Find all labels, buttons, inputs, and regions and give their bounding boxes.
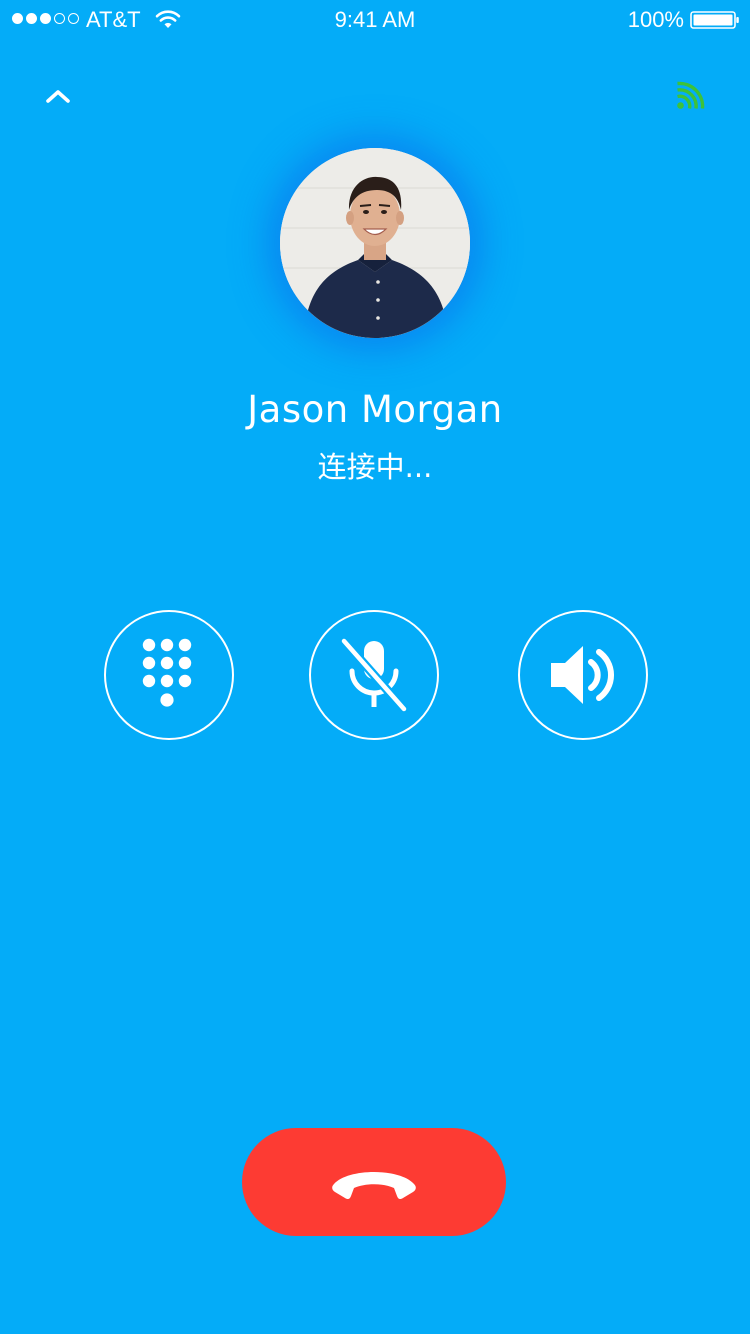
mute-button[interactable] (309, 610, 439, 740)
keypad-button[interactable] (104, 610, 234, 740)
caller-name: Jason Morgan (247, 388, 503, 431)
phone-hangup-icon (332, 1172, 416, 1200)
call-status: 连接中... (317, 450, 433, 484)
status-bar: AT&T 9:41 AM 100% (0, 0, 750, 40)
battery-icon (690, 11, 739, 29)
speaker-button[interactable] (518, 610, 648, 740)
signal-strength-icon (677, 81, 705, 109)
caller-avatar (280, 148, 470, 338)
chevron-up-icon (46, 90, 70, 103)
microphone-muted-icon (339, 637, 409, 713)
call-screen: AT&T 9:41 AM 100% Jason Morgan 连接中... (0, 0, 750, 1334)
battery-percentage: 100% (627, 7, 684, 32)
speaker-icon (551, 646, 614, 704)
end-call-button[interactable] (242, 1128, 506, 1236)
dialpad-icon (142, 638, 192, 707)
collapse-button[interactable] (36, 76, 80, 116)
